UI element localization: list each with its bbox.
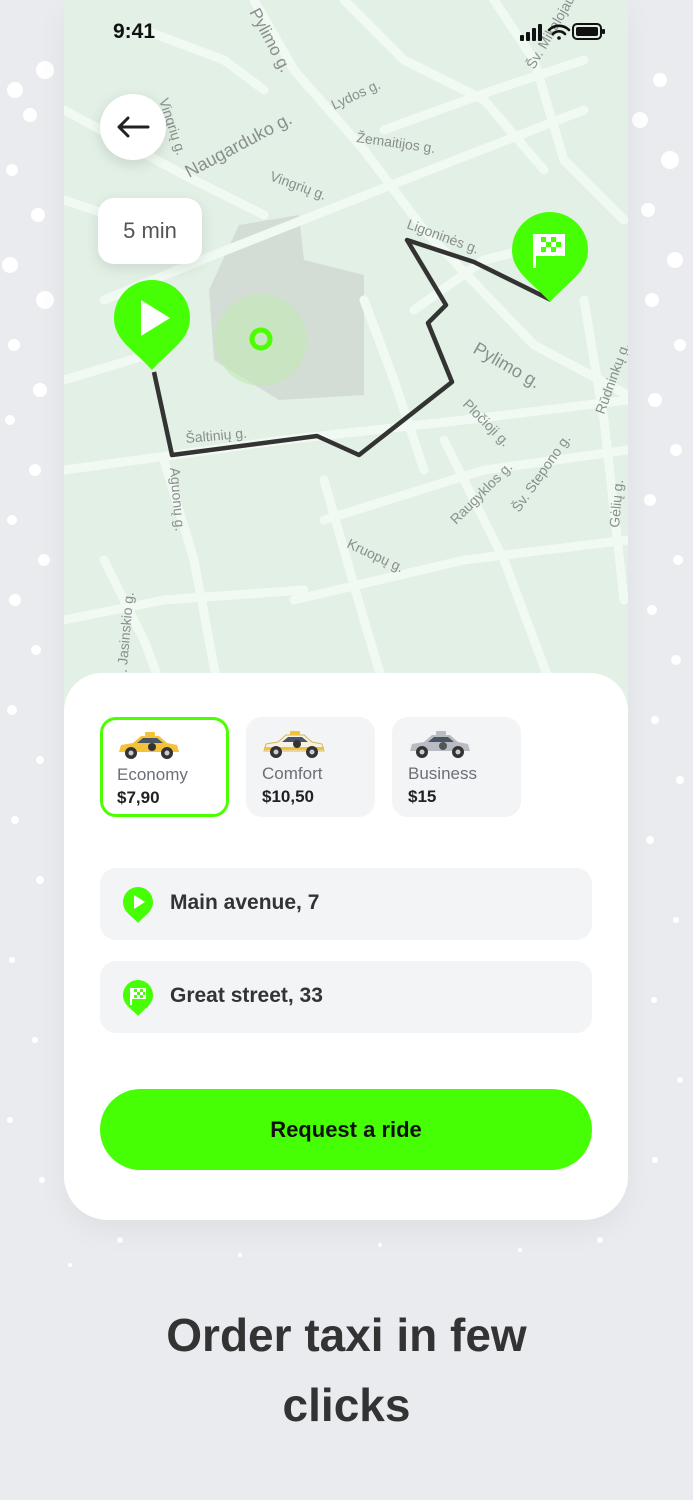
signal-icon [520,24,542,41]
phone-screen: Pylimo g. Naugarduko g. Vingrių g. Vingr… [64,0,628,1220]
destination-address-field[interactable]: Great street, 33 [100,961,592,1033]
ride-class-name: Economy [117,765,188,784]
promo-caption-text: Order taxi in few clicks [166,1309,527,1431]
taxi-car-icon [410,731,470,758]
ride-class-price: $7,90 [117,788,160,807]
ride-class-price: $15 [408,787,437,806]
wifi-icon [547,24,571,40]
arrow-left-icon [117,116,150,138]
request-ride-button[interactable]: Request a ride [100,1089,592,1170]
ride-sheet: Economy $7,90 Comfort $10,50 Business $1… [64,673,628,1220]
ride-class-comfort[interactable]: Comfort $10,50 [246,717,375,817]
current-location-halo [215,294,307,386]
battery-icon [572,23,605,40]
taxi-car-icon [119,732,179,759]
finish-pin-icon [123,980,153,1016]
ride-class-business[interactable]: Business $15 [392,717,521,817]
ride-class-economy[interactable]: Economy $7,90 [100,717,229,817]
taxi-car-icon [263,731,325,758]
promo-caption: Order taxi in few clicks [0,1300,693,1440]
back-button[interactable] [100,94,166,160]
ride-class-name: Business [408,764,477,783]
pickup-address-text: Main avenue, 7 [170,891,320,914]
pickup-address-field[interactable]: Main avenue, 7 [100,868,592,940]
ride-class-name: Comfort [262,764,323,783]
eta-badge: 5 min [98,198,202,264]
ride-class-price: $10,50 [262,787,314,806]
destination-address-text: Great street, 33 [170,984,323,1007]
status-time: 9:41 [113,20,156,43]
status-bar: 9:41 [64,0,628,64]
start-pin-icon [123,887,153,923]
